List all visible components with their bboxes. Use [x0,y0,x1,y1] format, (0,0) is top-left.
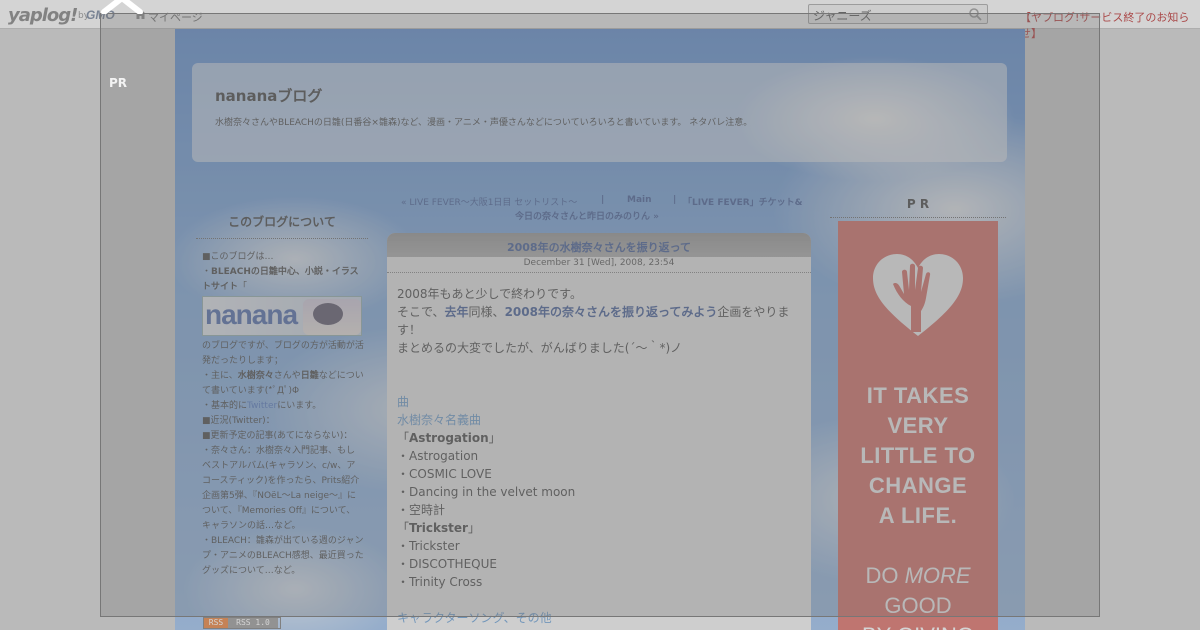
modal-pr-label: PR [109,76,128,90]
pr-modal-frame [100,13,1100,617]
ad-subline-line: BY GIVING [838,621,998,630]
rss-label: RSS [204,618,228,628]
rss-version: RSS 1.0 [228,618,278,628]
yaplog-logo[interactable]: yaplog! [8,5,78,26]
close-icon[interactable] [100,0,146,14]
rss-feed-badge[interactable]: RSS RSS 1.0 [203,617,281,629]
